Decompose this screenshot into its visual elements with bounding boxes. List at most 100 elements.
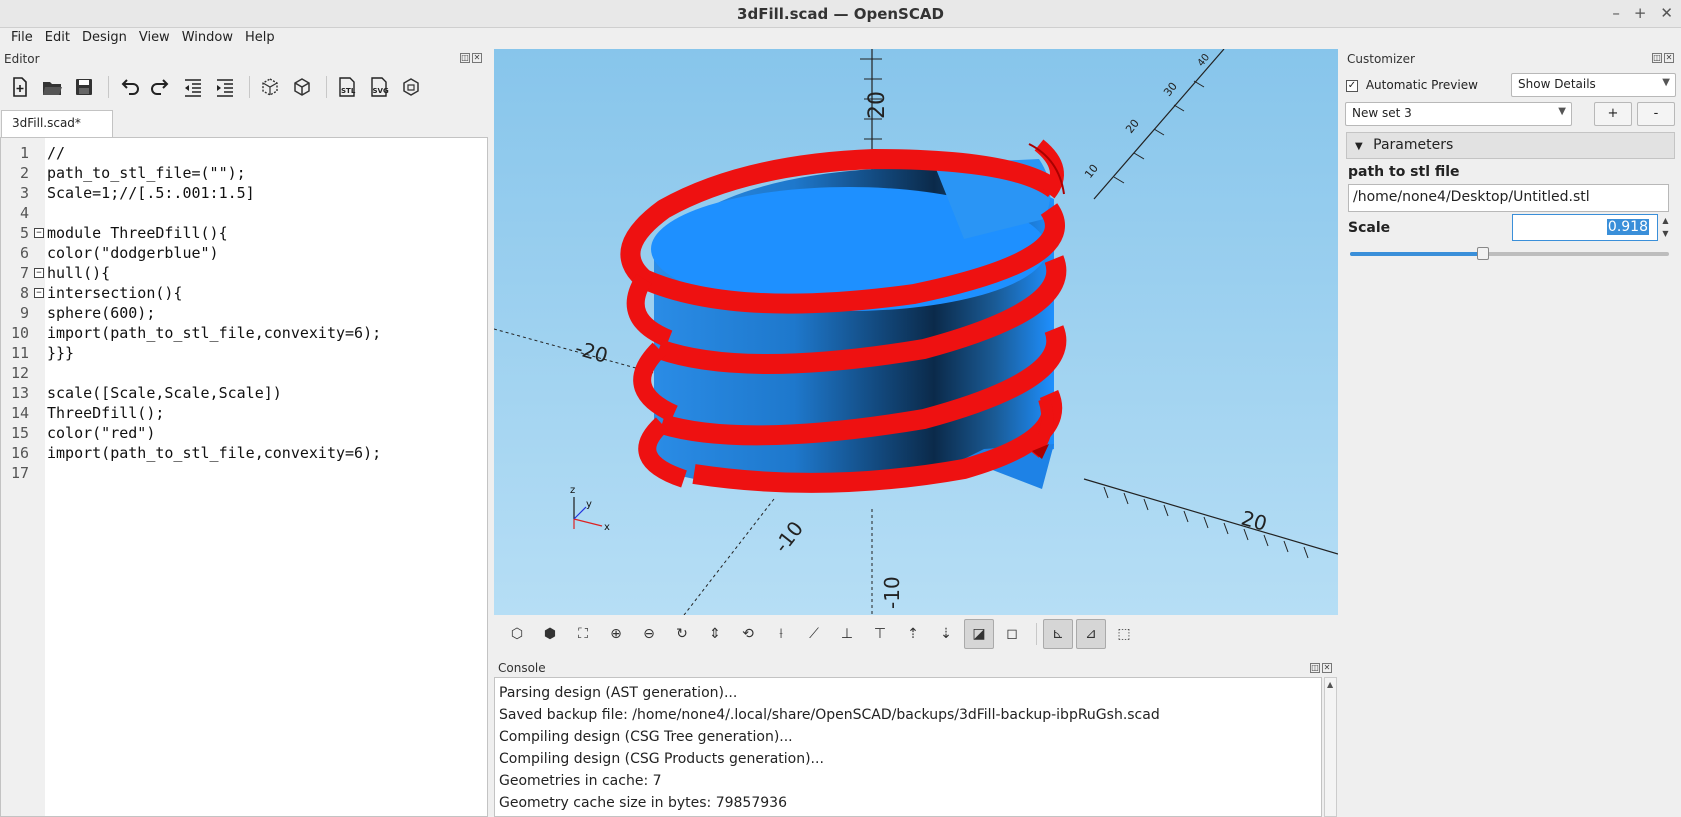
slider-fill <box>1350 252 1484 256</box>
close-button[interactable]: ✕ <box>1660 4 1673 22</box>
redo-icon[interactable] <box>147 73 175 101</box>
parameters-label: Parameters <box>1373 137 1454 153</box>
view-all-icon[interactable]: ⛶ <box>568 619 598 649</box>
customizer-float-icon[interactable]: ◫ <box>1652 53 1662 63</box>
orthogonal-icon[interactable]: ◻ <box>997 619 1027 649</box>
reset-view-icon[interactable]: ↻ <box>667 619 697 649</box>
export-svg-icon[interactable]: SVG <box>365 73 393 101</box>
customizer-panel-title: Customizer <box>1347 52 1415 66</box>
menu-design[interactable]: Design <box>77 28 132 50</box>
new-file-icon[interactable] <box>6 73 34 101</box>
y-axis-label-20: 20 <box>1123 117 1142 136</box>
code-editor[interactable]: 1 // 2 path_to_stl_file=(""); 3 Scale=1;//[.5… <box>0 137 488 817</box>
view-back-icon[interactable]: ⊥ <box>832 619 862 649</box>
menu-window[interactable]: Window <box>177 28 238 50</box>
console-line: Saved backup file: /home/none4/.local/sh… <box>499 707 1160 723</box>
console-line: Compiling design (CSG Products generatio… <box>499 751 824 767</box>
show-details-value: Show Details <box>1518 77 1596 91</box>
y-axis-label-minus-10: -10 <box>769 517 808 558</box>
minimize-button[interactable]: – <box>1612 4 1620 22</box>
preview-icon[interactable] <box>256 73 284 101</box>
editor-float-icon[interactable]: ◫ <box>460 53 470 63</box>
menu-file[interactable]: File <box>6 28 38 50</box>
parameters-section-header[interactable]: ▼ Parameters <box>1346 132 1675 159</box>
render-icon[interactable]: ⬢ <box>535 619 565 649</box>
console-panel-title: Console <box>498 661 546 675</box>
console-line: Compiling design (CSG Tree generation)..… <box>499 729 793 745</box>
fold-toggle-icon[interactable]: − <box>34 228 44 238</box>
gizmo-z-label: z <box>570 485 575 496</box>
console-scrollbar[interactable]: ▲ <box>1324 677 1337 817</box>
zoom-in-icon[interactable]: ⊕ <box>601 619 631 649</box>
line-number: 1 <box>19 144 29 162</box>
tab-3dfill-scad[interactable]: 3dFill.scad* <box>1 110 113 137</box>
indent-icon[interactable] <box>211 73 239 101</box>
show-details-select[interactable]: Show Details ▼ <box>1511 73 1676 97</box>
undo-icon[interactable] <box>115 73 143 101</box>
console-line: Geometry cache size in bytes: 79857936 <box>499 795 787 811</box>
automatic-preview-checkbox[interactable]: ✓ Automatic Preview <box>1346 78 1478 92</box>
x-axis-label-20: 20 <box>1239 506 1270 536</box>
line-number: 5 <box>19 224 29 242</box>
path-to-stl-label: path to stl file <box>1348 164 1460 180</box>
show-scale-icon[interactable]: ⊿ <box>1076 619 1106 649</box>
add-preset-button[interactable]: + <box>1594 102 1632 126</box>
send-to-print-icon[interactable] <box>397 73 425 101</box>
title-bar: 3dFill.scad — OpenSCAD – + ✕ <box>0 0 1681 28</box>
checkbox-icon[interactable]: ✓ <box>1346 79 1358 92</box>
open-file-icon[interactable] <box>38 73 66 101</box>
z-axis-label-20: 20 <box>865 91 890 119</box>
3d-viewport[interactable]: 20 -10 20 -20 -10 10 20 30 40 z y x <box>494 49 1338 615</box>
show-axes-icon[interactable]: ⊾ <box>1043 619 1073 649</box>
perspective-icon[interactable]: ◪ <box>964 619 994 649</box>
view-left-icon[interactable]: ⟋ <box>799 619 829 649</box>
scale-spinbox[interactable]: 0.918 <box>1512 214 1658 241</box>
chevron-down-icon: ▼ <box>1558 106 1566 117</box>
gizmo-y-label: y <box>586 499 592 510</box>
preview-icon[interactable]: ⬡ <box>502 619 532 649</box>
zoom-out-icon[interactable]: ⊖ <box>634 619 664 649</box>
menu-help[interactable]: Help <box>240 28 280 50</box>
fold-toggle-icon[interactable]: − <box>34 268 44 278</box>
save-icon[interactable] <box>70 73 98 101</box>
chevron-down-icon: ▼ <box>1662 77 1670 88</box>
menu-edit[interactable]: Edit <box>40 28 75 50</box>
scale-slider[interactable] <box>1350 247 1669 260</box>
view-right-icon[interactable]: ⟊ <box>766 619 796 649</box>
view-front-icon[interactable]: ⊤ <box>865 619 895 649</box>
y-axis-label-30: 30 <box>1161 80 1180 99</box>
line-number: 8 <box>19 284 29 302</box>
remove-preset-button[interactable]: - <box>1637 102 1675 126</box>
menu-view[interactable]: View <box>134 28 175 50</box>
console-output[interactable]: Parsing design (AST generation)... Saved… <box>494 677 1322 817</box>
maximize-button[interactable]: + <box>1634 4 1647 22</box>
line-number: 4 <box>19 204 29 222</box>
code-text: import(path_to_stl_file,convexity=6); <box>47 324 382 342</box>
show-edges-icon[interactable]: ⬚ <box>1109 619 1139 649</box>
console-line: Geometries in cache: 7 <box>499 773 662 789</box>
line-number: 3 <box>19 184 29 202</box>
view-rotate-icon[interactable]: ⟲ <box>733 619 763 649</box>
console-float-icon[interactable]: ◫ <box>1310 663 1320 673</box>
y-axis-label-10: 10 <box>1082 162 1101 181</box>
scroll-up-icon[interactable]: ▲ <box>1327 680 1333 689</box>
preset-select[interactable]: New set 3 ▼ <box>1345 102 1572 126</box>
view-center-icon[interactable]: ⇕ <box>700 619 730 649</box>
editor-close-icon[interactable]: ✕ <box>472 53 482 63</box>
code-text: hull(){ <box>47 264 111 282</box>
path-to-stl-input[interactable]: /home/none4/Desktop/Untitled.stl <box>1348 184 1669 212</box>
slider-handle[interactable] <box>1477 247 1490 260</box>
export-stl-icon[interactable]: STL <box>333 73 361 101</box>
unindent-icon[interactable] <box>179 73 207 101</box>
fold-toggle-icon[interactable]: − <box>34 288 44 298</box>
view-top-icon[interactable]: ⇡ <box>898 619 928 649</box>
view-bottom-icon[interactable]: ⇣ <box>931 619 961 649</box>
customizer-close-icon[interactable]: ✕ <box>1664 53 1674 63</box>
x-axis-positive <box>1083 478 1338 555</box>
console-close-icon[interactable]: ✕ <box>1322 663 1332 673</box>
line-number: 17 <box>10 464 29 482</box>
x-axis-label-minus-20: -20 <box>573 336 611 368</box>
render-icon[interactable] <box>288 73 316 101</box>
scale-stepper[interactable]: ▲ ▼ <box>1659 214 1672 241</box>
line-number: 13 <box>10 384 29 402</box>
